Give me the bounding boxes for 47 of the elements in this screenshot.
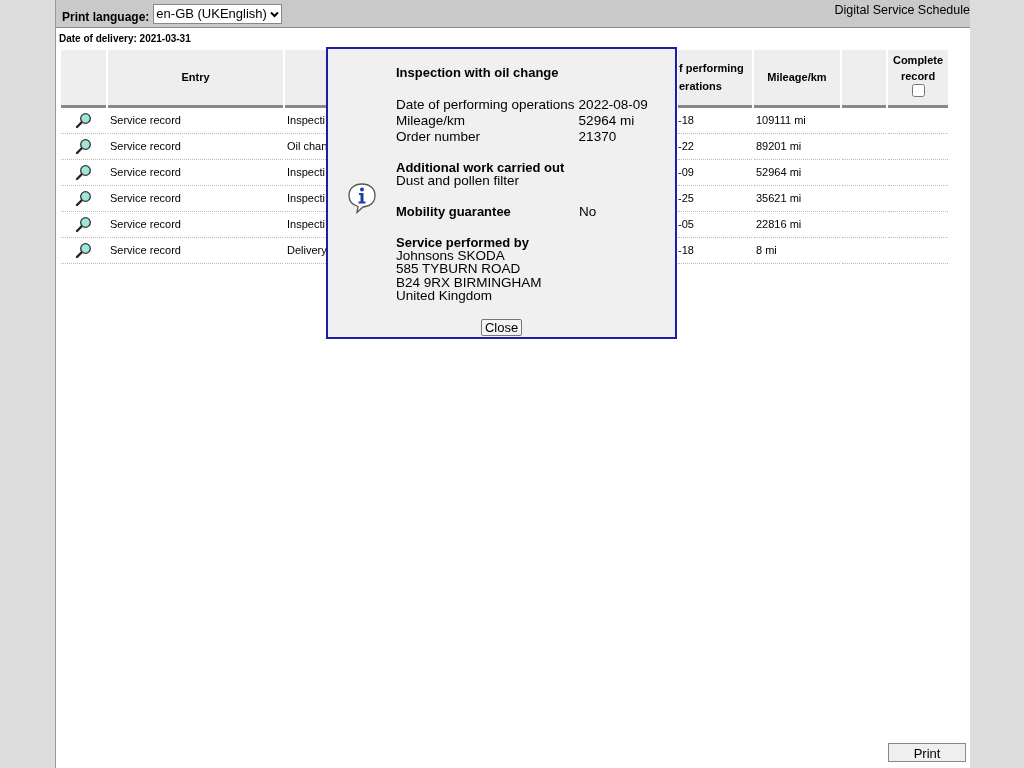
table-cell: Service record — [108, 186, 283, 212]
table-cell: 89201 mi — [754, 134, 840, 160]
page-title: Digital Service Schedule — [834, 2, 970, 19]
table-cell: -18 — [678, 238, 752, 264]
delivery-date: Date of delivery: 2021-03-31 — [58, 32, 192, 46]
detail-label: Mileage/km — [396, 112, 467, 129]
table-cell: -25 — [678, 186, 752, 212]
table-cell: 8 mi — [754, 238, 840, 264]
column-header: Entry — [108, 50, 283, 108]
table-cell: Service record — [108, 134, 283, 160]
section-heading: Additional work carried out — [396, 161, 566, 175]
address-line: B24 9RX BIRMINGHAM — [396, 275, 543, 290]
complete-record-checkbox[interactable] — [911, 84, 925, 98]
address-line: Johnsons SKODA — [396, 248, 505, 263]
table-cell: -18 — [678, 108, 752, 134]
table-cell: Service record — [108, 238, 283, 264]
print-language-label: Print language: — [62, 9, 150, 26]
table-cell: -05 — [678, 212, 752, 238]
additional-work-text: Dust and pollen filter — [396, 174, 521, 188]
column-header: Complete record — [891, 52, 945, 84]
table-cell: Service record — [108, 108, 283, 134]
table-cell: -09 — [678, 160, 752, 186]
magnifier-icon[interactable] — [75, 242, 92, 260]
section-heading: Service performed by — [396, 235, 530, 249]
table-cell: 35621 mi — [754, 186, 840, 212]
detail-value: 52964 mi — [578, 112, 636, 129]
column-header: Mileage/km — [754, 50, 840, 108]
print-button[interactable]: Print — [888, 743, 966, 762]
magnifier-icon[interactable] — [75, 164, 92, 182]
language-dropdown[interactable]: en-GB (UKEnglish) — [153, 4, 282, 24]
address-line: 585 TYBURN ROAD — [396, 262, 522, 276]
chevron-down-icon — [269, 10, 279, 18]
table-cell: Service record — [108, 160, 283, 186]
table-cell: Service record — [108, 212, 283, 238]
address-line: United Kingdom — [396, 289, 494, 303]
magnifier-icon[interactable] — [75, 138, 92, 156]
table-cell: 22816 mi — [754, 212, 840, 238]
close-button[interactable]: Close — [480, 318, 523, 337]
info-icon — [346, 182, 378, 214]
magnifier-icon[interactable] — [75, 216, 92, 234]
magnifier-icon[interactable] — [75, 190, 92, 208]
magnifier-icon[interactable] — [75, 112, 92, 130]
table-cell: -22 — [678, 134, 752, 160]
table-cell: 52964 mi — [754, 160, 840, 186]
dialog-title: Inspection with oil change — [396, 65, 560, 81]
column-header: f performing erations — [678, 50, 752, 108]
table-cell: 109111 mi — [754, 108, 840, 134]
